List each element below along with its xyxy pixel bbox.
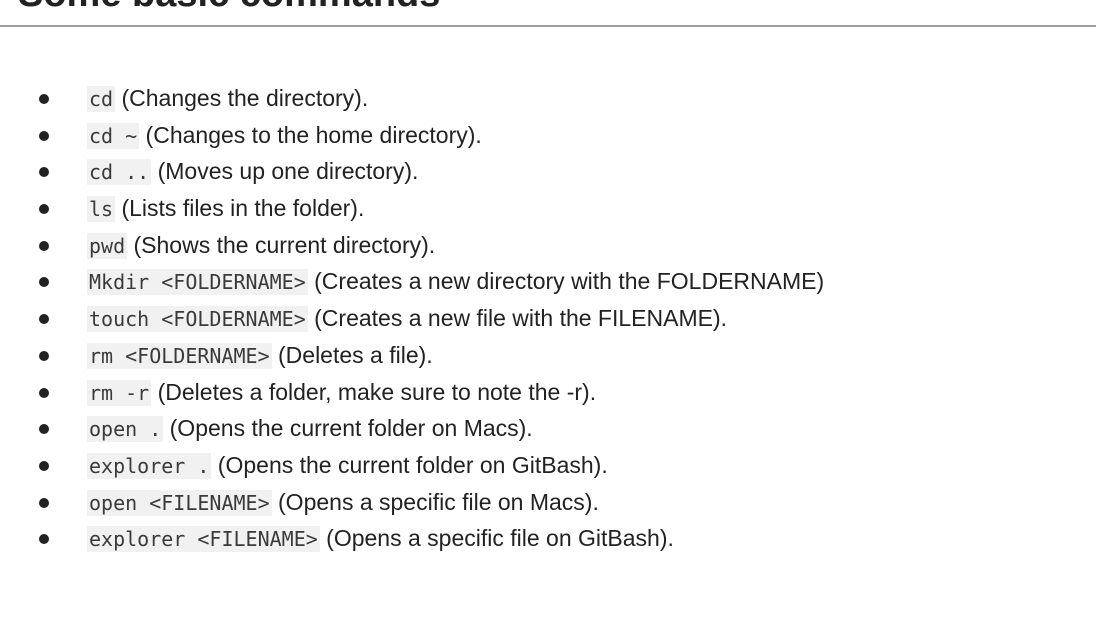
slide: Some basic commands cd (Changes the dire…	[0, 0, 1096, 620]
command-item: cd .. (Moves up one directory).	[0, 153, 824, 190]
command-description: (Opens a specific file on Macs).	[271, 488, 599, 515]
command-item: pwd (Shows the current directory).	[0, 227, 824, 264]
title-divider	[0, 25, 1096, 27]
command-item: cd ~ (Changes to the home directory).	[0, 117, 824, 154]
bullet-icon	[39, 314, 49, 325]
command-item: open . (Opens the current folder on Macs…	[0, 410, 824, 447]
command-item: Mkdir <FOLDERNAME> (Creates a new direct…	[0, 263, 824, 300]
command-item: explorer . (Opens the current folder on …	[0, 447, 824, 484]
command-code: pwd	[87, 232, 128, 259]
slide-title: Some basic commands	[18, 0, 440, 14]
command-item: ls (Lists files in the folder).	[0, 190, 824, 227]
command-description: (Deletes a folder, make sure to note the…	[151, 378, 597, 405]
command-description: (Deletes a file).	[271, 341, 433, 368]
bullet-icon	[39, 460, 49, 471]
command-code: explorer <FILENAME>	[87, 526, 320, 553]
command-code: rm -r	[87, 379, 152, 406]
command-item: rm <FOLDERNAME> (Deletes a file).	[0, 337, 824, 374]
command-description: (Changes the directory).	[115, 85, 369, 111]
command-code: open <FILENAME>	[87, 489, 272, 516]
command-item: open <FILENAME> (Opens a specific file o…	[0, 484, 824, 521]
command-code: cd ~	[87, 122, 140, 149]
bullet-icon	[39, 167, 49, 178]
command-description: (Creates a new directory with the FOLDER…	[307, 268, 825, 295]
command-list: cd (Changes the directory). cd ~ (Change…	[0, 80, 824, 557]
command-item: rm -r (Deletes a folder, make sure to no…	[0, 374, 824, 411]
command-code: cd ..	[87, 159, 152, 186]
bullet-icon	[39, 497, 49, 508]
command-item: explorer <FILENAME> (Opens a specific fi…	[0, 520, 824, 557]
command-code: Mkdir <FOLDERNAME>	[87, 269, 308, 296]
bullet-icon	[39, 240, 49, 251]
command-description: (Moves up one directory).	[151, 158, 419, 185]
command-item: cd (Changes the directory).	[0, 80, 824, 117]
bullet-icon	[39, 424, 49, 435]
bullet-icon	[39, 130, 49, 141]
bullet-icon	[39, 350, 49, 361]
command-code: touch <FOLDERNAME>	[87, 306, 308, 333]
command-code: rm <FOLDERNAME>	[87, 342, 272, 369]
bullet-icon	[39, 277, 49, 288]
command-description: (Shows the current directory).	[127, 231, 436, 258]
command-item: touch <FOLDERNAME> (Creates a new file w…	[0, 300, 824, 337]
command-description: (Lists files in the folder).	[115, 195, 365, 222]
bullet-icon	[39, 387, 49, 398]
command-description: (Creates a new file with the FILENAME).	[307, 305, 728, 332]
bullet-icon	[39, 204, 49, 215]
command-code: explorer .	[87, 452, 212, 479]
bullet-icon	[39, 534, 49, 545]
command-code: open .	[87, 416, 164, 443]
command-description: (Changes to the home directory).	[139, 121, 482, 148]
command-description: (Opens the current folder on Macs).	[163, 415, 533, 442]
command-code: cd	[87, 86, 116, 112]
command-description: (Opens a specific file on GitBash).	[319, 525, 674, 552]
command-description: (Opens the current folder on GitBash).	[211, 451, 608, 478]
bullet-icon	[39, 94, 49, 104]
command-code: ls	[87, 196, 116, 223]
